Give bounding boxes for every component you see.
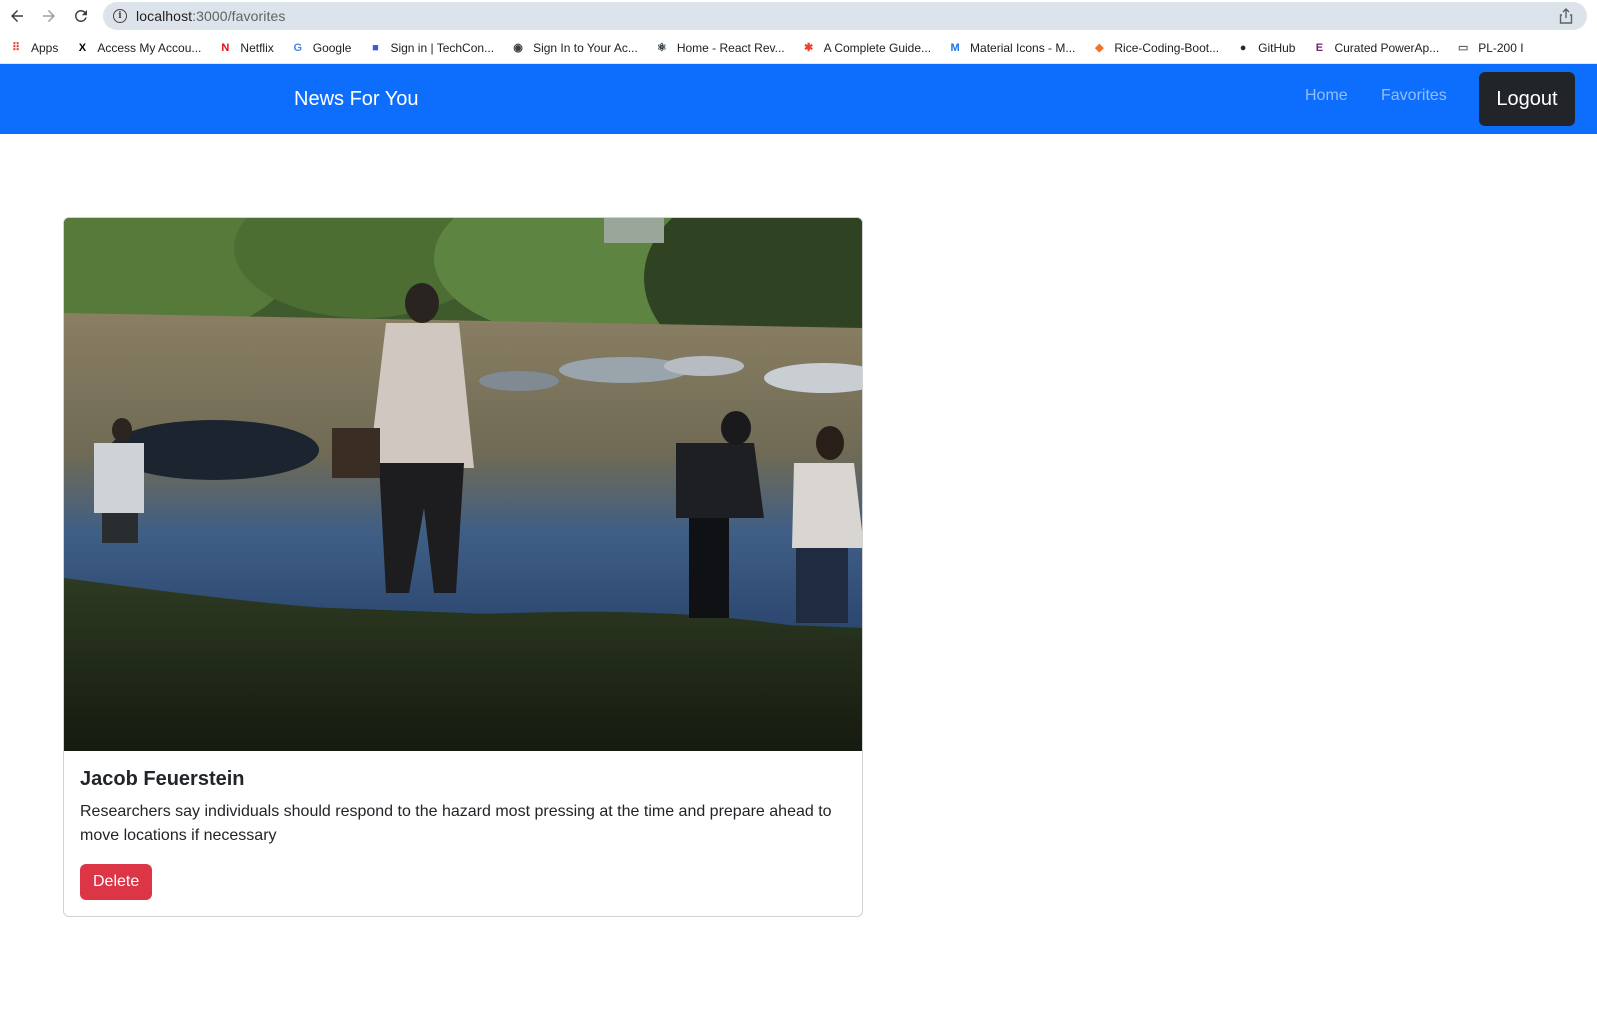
github-icon: ● bbox=[1239, 41, 1247, 54]
asterisk-icon: ✱ bbox=[804, 42, 814, 54]
apps-grid-icon: ⠿ bbox=[11, 42, 21, 54]
bookmark-label: Rice-Coding-Boot... bbox=[1114, 40, 1220, 55]
bookmark-item[interactable]: X Access My Accou... bbox=[75, 40, 202, 55]
bookmark-item[interactable]: M Material Icons - M... bbox=[948, 41, 1075, 55]
card-body: Jacob Feuerstein Researchers say individ… bbox=[64, 751, 862, 916]
card-description: Researchers say individuals should respo… bbox=[80, 803, 832, 844]
bookmark-item[interactable]: ✱ A Complete Guide... bbox=[802, 41, 931, 55]
techcon-icon: ■ bbox=[372, 41, 379, 54]
bookmark-label: Material Icons - M... bbox=[970, 40, 1076, 55]
globe-icon: ◉ bbox=[513, 42, 523, 54]
react-icon: ⚛ bbox=[656, 42, 667, 54]
bookmark-label: PL-200 I bbox=[1478, 40, 1524, 55]
folder-icon: ▭ bbox=[1457, 42, 1469, 54]
bookmark-item[interactable]: ■ Sign in | TechCon... bbox=[368, 41, 494, 55]
bookmark-label: Curated PowerAp... bbox=[1334, 40, 1440, 55]
reload-button[interactable] bbox=[65, 0, 97, 32]
bookmark-label: Sign In to Your Ac... bbox=[533, 40, 638, 55]
gitlab-icon: ◆ bbox=[1095, 42, 1104, 54]
arrow-left-icon bbox=[11, 10, 23, 22]
bookmark-label: Apps bbox=[31, 40, 59, 55]
bookmark-label: A Complete Guide... bbox=[823, 40, 932, 55]
bookmark-item[interactable]: E Curated PowerAp... bbox=[1312, 41, 1439, 55]
bookmark-item[interactable]: G Google bbox=[291, 40, 352, 55]
google-icon: G bbox=[293, 41, 303, 54]
nav-link-home[interactable]: Home bbox=[1305, 87, 1348, 105]
url-text: localhost:3000/favorites bbox=[136, 8, 286, 24]
bookmark-item[interactable]: N Netflix bbox=[218, 41, 273, 55]
bookmark-label: GitHub bbox=[1258, 40, 1296, 55]
nav-link-favorites[interactable]: Favorites bbox=[1381, 87, 1447, 105]
powerapps-icon: E bbox=[1315, 41, 1324, 54]
bookmark-item[interactable]: ⠿ Apps bbox=[9, 41, 58, 55]
card-title: Jacob Feuerstein bbox=[80, 768, 245, 790]
netflix-icon: N bbox=[221, 41, 230, 54]
bookmark-label: Home - React Rev... bbox=[676, 40, 785, 55]
x-icon: X bbox=[78, 41, 87, 54]
bookmark-item[interactable]: ◉ Sign In to Your Ac... bbox=[511, 41, 638, 55]
bookmark-label: Netflix bbox=[240, 40, 274, 55]
forward-button[interactable] bbox=[33, 0, 65, 32]
info-icon[interactable]: i bbox=[113, 9, 127, 23]
bookmark-label: Access My Accou... bbox=[97, 40, 202, 55]
bookmark-item[interactable]: ◆ Rice-Coding-Boot... bbox=[1092, 41, 1219, 55]
favorite-card: Jacob Feuerstein Researchers say individ… bbox=[63, 217, 863, 917]
article-image bbox=[64, 218, 862, 751]
share-icon[interactable] bbox=[1559, 8, 1573, 24]
browser-toolbar: i localhost:3000/favorites bbox=[0, 0, 1597, 32]
bookmark-item[interactable]: ⚛ Home - React Rev... bbox=[655, 41, 785, 55]
app-navbar: News For You Home Favorites Logout bbox=[0, 64, 1597, 134]
arrow-right-icon bbox=[43, 10, 55, 22]
bookmarks-bar: ⠿ Apps X Access My Accou... N Netflix G Google ■… bbox=[0, 32, 1597, 64]
delete-button[interactable]: Delete bbox=[80, 864, 153, 900]
brand-title[interactable]: News For You bbox=[294, 88, 419, 111]
bookmark-item[interactable]: ▭ PL-200 I bbox=[1456, 40, 1524, 55]
bookmark-label: Google bbox=[312, 40, 352, 55]
material-icon: M bbox=[950, 41, 960, 54]
bookmark-item[interactable]: ● GitHub bbox=[1236, 40, 1296, 55]
logout-button[interactable]: Logout bbox=[1479, 72, 1575, 126]
address-bar[interactable]: i localhost:3000/favorites bbox=[103, 2, 1587, 30]
bookmark-label: Sign in | TechCon... bbox=[390, 40, 495, 55]
reload-icon bbox=[74, 9, 87, 22]
back-button[interactable] bbox=[1, 0, 33, 32]
